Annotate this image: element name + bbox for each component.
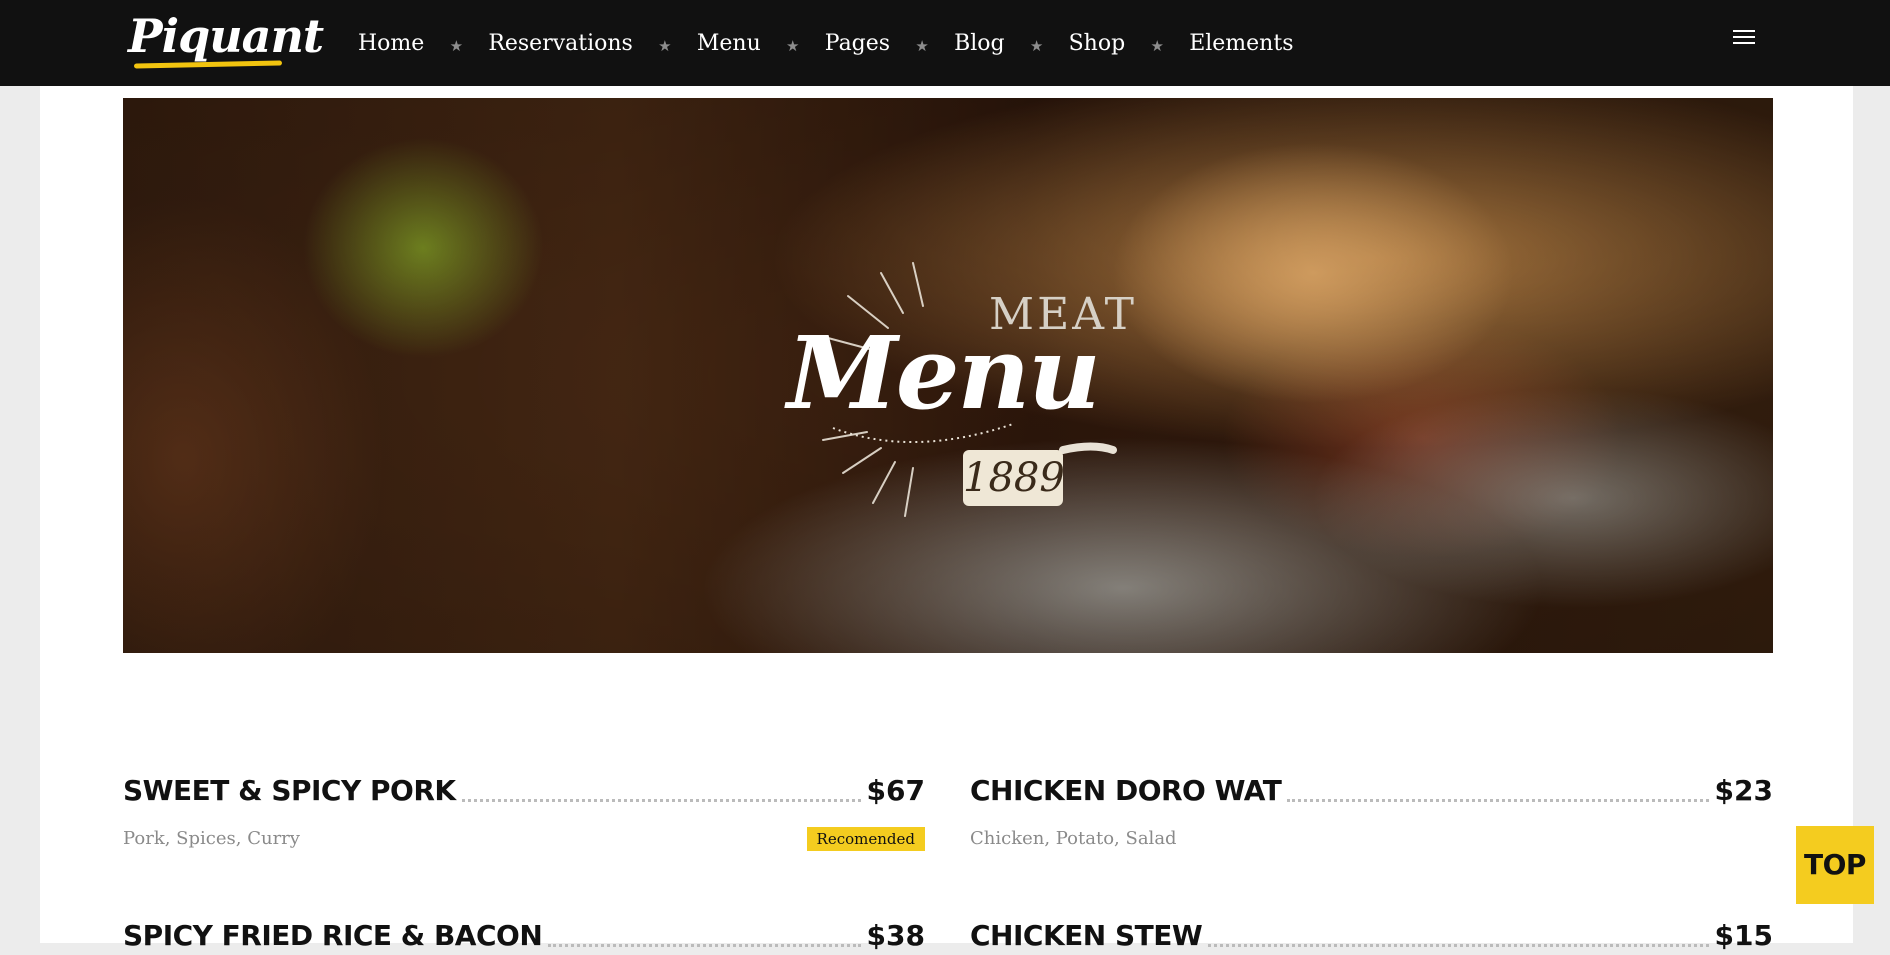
star-icon: ★ [915, 37, 929, 55]
top-navbar: Piquant Home ★ Reservations ★ Menu ★ Pag… [0, 0, 1890, 86]
menu-item: SPICY FRIED RICE & BACON $38 [123, 915, 925, 955]
hero-banner-image: MEAT Menu 1889 [123, 98, 1773, 653]
menu-item-description: Pork, Spices, Curry [123, 828, 300, 849]
hamburger-line [1733, 36, 1755, 38]
hamburger-menu-icon[interactable] [1733, 30, 1755, 48]
nav-blog[interactable]: Blog [954, 31, 1005, 56]
hamburger-line [1733, 30, 1755, 32]
menu-item-row: SWEET & SPICY PORK $67 [123, 770, 925, 810]
menu-item: CHICKEN STEW $15 [970, 915, 1773, 955]
nav-shop[interactable]: Shop [1069, 31, 1126, 56]
badge-year: 1889 [963, 450, 1065, 506]
menu-item-description: Chicken, Potato, Salad [970, 828, 1177, 849]
menu-item-price: $23 [1714, 774, 1773, 807]
back-to-top-button[interactable]: TOP [1796, 826, 1874, 904]
dotted-leader [1208, 944, 1709, 947]
star-icon: ★ [449, 37, 464, 55]
dotted-leader [461, 799, 861, 802]
star-icon: ★ [786, 37, 800, 55]
recommended-badge: Recomended [806, 827, 925, 851]
menu-item-name: SWEET & SPICY PORK [123, 774, 456, 807]
brand-logo[interactable]: Piquant [128, 6, 324, 72]
menu-item-name: CHICKEN STEW [970, 919, 1203, 952]
star-icon: ★ [658, 37, 672, 55]
nav-reservations[interactable]: Reservations [488, 31, 633, 56]
badge-menu-text: Menu [787, 314, 1101, 432]
menu-item-row: CHICKEN DORO WAT $23 [970, 770, 1773, 810]
menu-item-row: CHICKEN STEW $15 [970, 915, 1773, 955]
nav-menu[interactable]: Menu [697, 31, 761, 56]
logo-text: Piquant [128, 9, 324, 63]
dotted-leader [1287, 799, 1709, 802]
menu-item-price: $67 [866, 774, 925, 807]
star-icon: ★ [1150, 37, 1164, 55]
main-nav: Home ★ Reservations ★ Menu ★ Pages ★ Blo… [358, 0, 1293, 86]
nav-pages[interactable]: Pages [825, 31, 890, 56]
star-icon: ★ [1029, 37, 1044, 55]
menu-item-name: SPICY FRIED RICE & BACON [123, 919, 543, 952]
menu-item-name: CHICKEN DORO WAT [970, 774, 1282, 807]
nav-home[interactable]: Home [358, 31, 424, 56]
dotted-leader [548, 944, 861, 947]
menu-item-price: $15 [1714, 919, 1773, 952]
menu-item-price: $38 [866, 919, 925, 952]
hamburger-line [1733, 42, 1755, 44]
menu-item: CHICKEN DORO WAT $23 Chicken, Potato, Sa… [970, 770, 1773, 849]
meat-menu-badge: MEAT Menu 1889 [763, 218, 1143, 538]
menu-item-row: SPICY FRIED RICE & BACON $38 [123, 915, 925, 955]
nav-elements[interactable]: Elements [1189, 31, 1293, 56]
menu-item: SWEET & SPICY PORK $67 Pork, Spices, Cur… [123, 770, 925, 851]
